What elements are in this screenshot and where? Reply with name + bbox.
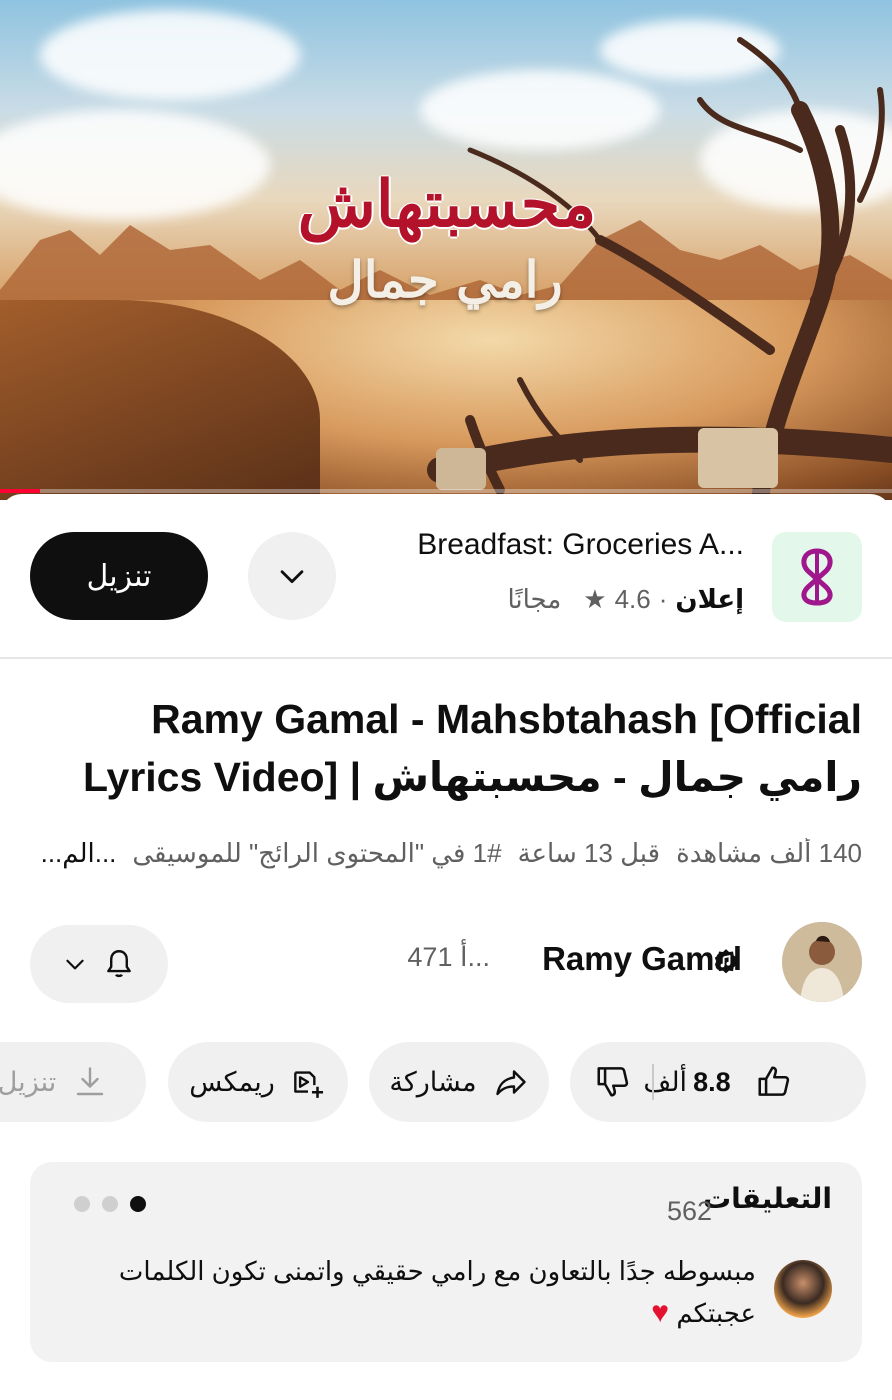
share-arrow-icon bbox=[495, 1070, 526, 1096]
star-icon: ★ bbox=[583, 584, 607, 614]
channel-avatar[interactable] bbox=[782, 922, 862, 1002]
chevron-down-icon bbox=[66, 959, 84, 970]
comments-count: 562 bbox=[666, 1196, 712, 1226]
remix-icon bbox=[293, 1071, 323, 1098]
video-player[interactable]: محسبتهاش رامي جمال bbox=[0, 0, 892, 500]
thumbs-down-icon[interactable] bbox=[594, 1062, 632, 1100]
ad-price: مجانًا bbox=[507, 584, 562, 614]
ad-rating: 4.6 bbox=[614, 584, 651, 614]
video-overlay-subtitle: رامي جمال bbox=[327, 250, 563, 309]
video-progress-bar[interactable] bbox=[0, 489, 892, 493]
download-label: تنزيل bbox=[0, 1066, 57, 1097]
chevron-down-icon bbox=[280, 570, 304, 584]
subscribed-notifications-button[interactable] bbox=[30, 925, 168, 1003]
view-count: 140 ألف مشاهدة bbox=[676, 838, 862, 868]
video-title[interactable]: Ramy Gamal - Mahsbtahash [Official Lyric… bbox=[30, 690, 862, 806]
share-label: مشاركة bbox=[389, 1066, 477, 1097]
carousel-dot-active bbox=[130, 1196, 146, 1212]
comment-author-avatar bbox=[774, 1260, 832, 1318]
ad-badge: إعلان bbox=[675, 584, 744, 614]
ad-meta: إعلان · 4.6 ★ مجانًا bbox=[420, 584, 744, 615]
download-icon bbox=[77, 1067, 104, 1096]
ad-expand-button[interactable] bbox=[248, 532, 336, 620]
thumbs-up-icon[interactable] bbox=[755, 1063, 793, 1101]
channel-name[interactable]: Ramy Gamal bbox=[470, 940, 742, 978]
video-progress-fill bbox=[0, 489, 41, 493]
trending-badge: #1 في "المحتوى الرائج" للموسيقى bbox=[132, 838, 502, 868]
subscriber-count: 471 أ... bbox=[407, 942, 490, 972]
top-comment: مبسوطه جدًا بالتعاون مع رامي حقيقي واتمن… bbox=[116, 1250, 756, 1334]
upload-age: قبل 13 ساعة bbox=[517, 838, 661, 868]
like-count[interactable]: 8.8 bbox=[693, 1067, 731, 1098]
carousel-dot bbox=[74, 1196, 90, 1212]
music-verified-icon bbox=[714, 949, 738, 974]
divider bbox=[0, 657, 892, 659]
comments-teaser[interactable]: التعليقات 562 مبسوطه جدًا بالتعاون مع را… bbox=[30, 1162, 862, 1362]
carousel-dot bbox=[102, 1196, 118, 1212]
bell-icon bbox=[107, 950, 131, 978]
like-unit[interactable]: ألف bbox=[643, 1067, 687, 1098]
comments-title: التعليقات bbox=[702, 1183, 832, 1214]
ad-title[interactable]: Breadfast: Groceries A... bbox=[360, 528, 744, 562]
remix-label: ريمكس bbox=[189, 1066, 275, 1097]
breadfast-logo-icon[interactable] bbox=[772, 532, 862, 622]
like-separator bbox=[652, 1064, 654, 1100]
remix-button[interactable]: ريمكس bbox=[168, 1042, 348, 1122]
ad-install-button[interactable]: تنزيل bbox=[30, 532, 208, 620]
heart-emoji: ♥ bbox=[651, 1296, 670, 1329]
meta-separator: · bbox=[658, 584, 668, 614]
carousel-dots bbox=[74, 1196, 146, 1212]
description-more-link[interactable]: ...الم... bbox=[41, 838, 117, 868]
video-overlay-title: محسبتهاش bbox=[297, 167, 597, 242]
share-button[interactable]: مشاركة bbox=[369, 1042, 549, 1122]
download-button[interactable]: تنزيل bbox=[0, 1042, 146, 1122]
video-meta[interactable]: 140 ألف مشاهدة قبل 13 ساعة #1 في "المحتوى … bbox=[40, 838, 862, 872]
